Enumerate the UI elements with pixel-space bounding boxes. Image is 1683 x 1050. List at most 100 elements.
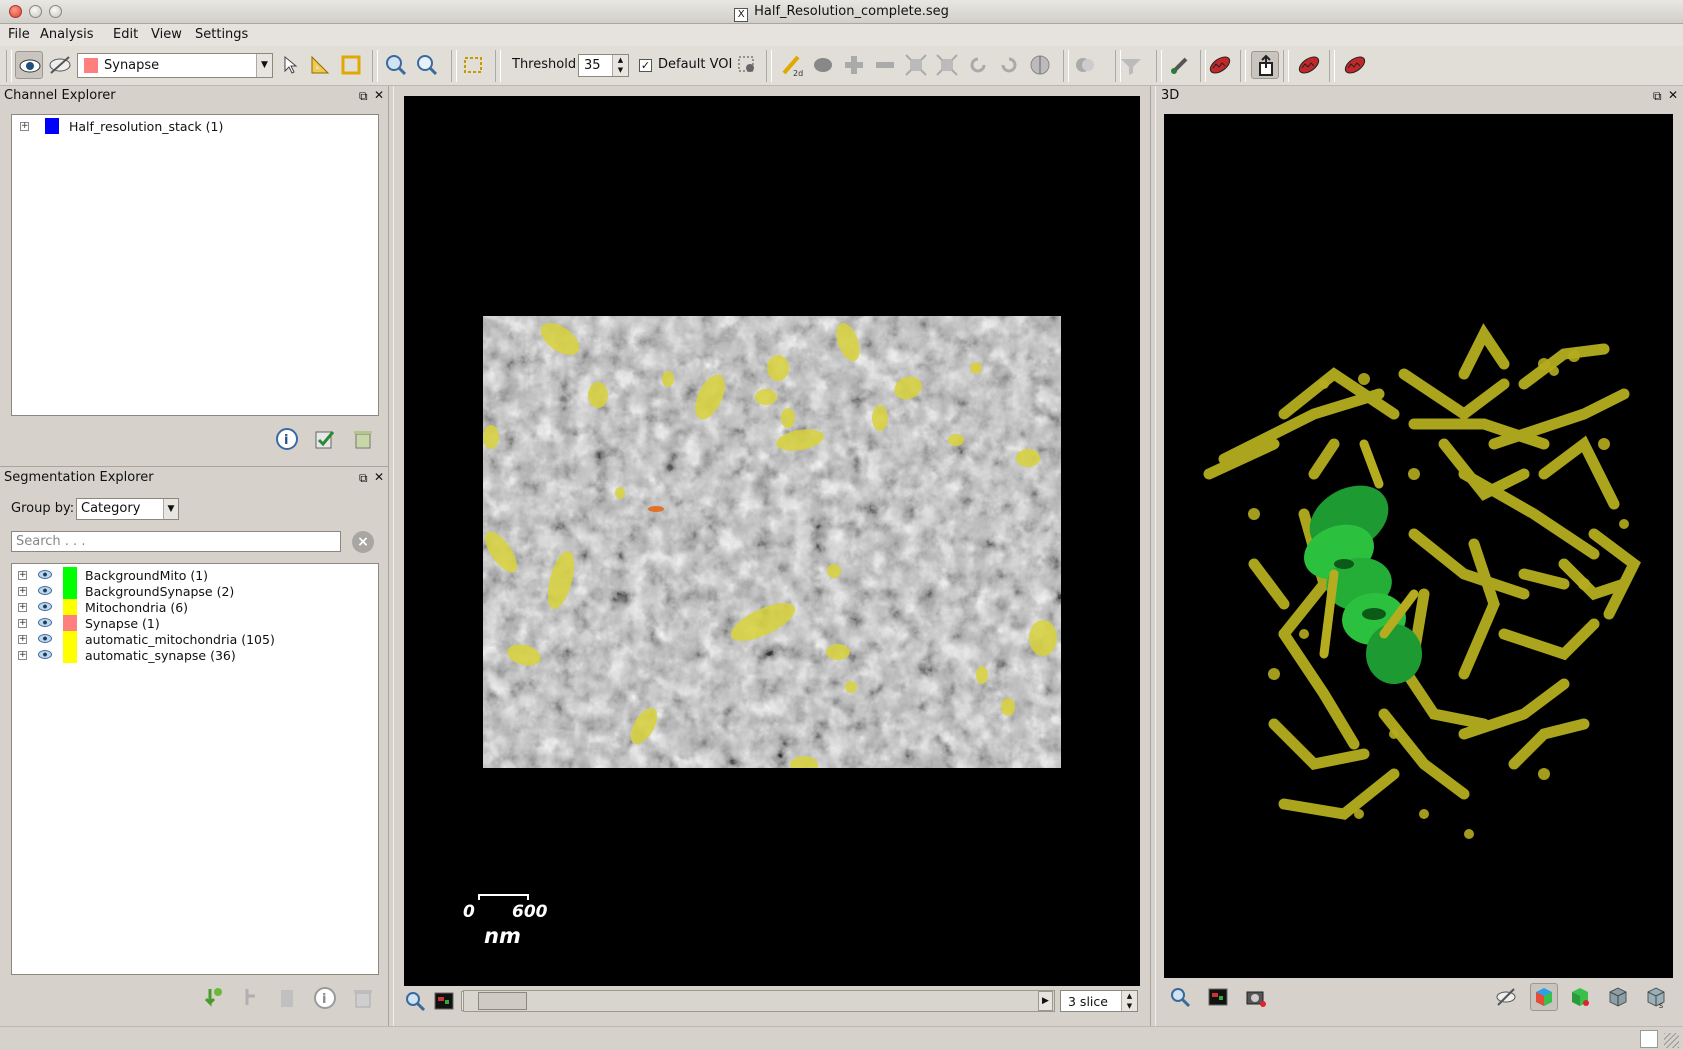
add-tag-icon [204,988,222,1007]
group-by-selector[interactable]: Category ▼ [76,498,179,520]
expand-icon[interactable]: + [18,619,27,628]
visibility-eye-icon[interactable] [38,586,52,595]
cell-analysis-button[interactable] [1341,51,1369,79]
segmentation-row[interactable]: + Synapse (1) [18,615,373,631]
float-dock-icon[interactable]: ⧉ [359,89,368,103]
toggle-channels-button[interactable] [46,51,74,79]
camera-icon [1246,991,1266,1007]
fill-holes-button[interactable] [1026,51,1054,79]
blob-icon [814,58,832,72]
delete-segmentation-button[interactable] [351,986,375,1010]
reset-view-button[interactable] [403,989,427,1013]
brush-tool-button[interactable] [1166,51,1194,79]
snapshot-button[interactable] [432,989,456,1013]
close-dock-icon[interactable]: ✕ [374,88,384,102]
reset-3d-view-button[interactable] [1168,985,1192,1009]
channel-info-button[interactable]: i [275,427,299,451]
segmentation-row[interactable]: + BackgroundMito (1) [18,567,373,583]
bounding-box-tool-button[interactable] [337,51,365,79]
segmentation-label: automatic_synapse (36) [85,648,236,663]
channel-delete-button[interactable] [351,427,375,451]
subtract-segmentation-button[interactable] [871,51,899,79]
segmentation-row[interactable]: + Mitochondria (6) [18,599,373,615]
3d-snapshot-button[interactable] [1206,985,1230,1009]
visibility-eye-icon[interactable] [38,618,52,627]
open-button[interactable] [964,51,992,79]
3d-record-button[interactable] [1244,985,1268,1009]
segmentation-row[interactable]: + automatic_synapse (36) [18,647,373,663]
splitter[interactable] [1150,86,1156,1026]
menu-settings[interactable]: Settings [195,27,248,42]
add-to-segmentation-button[interactable] [200,986,224,1010]
roi-selection-button[interactable] [459,51,487,79]
ruler-tool-button[interactable] [306,51,334,79]
voi-settings-button[interactable] [733,51,761,79]
threshold-spinbox[interactable]: 35 ▲ ▼ [578,54,629,77]
segmentation-tree[interactable]: + BackgroundMito (1) + BackgroundSynapse… [11,563,379,975]
toolbar-separator [451,50,457,82]
clear-search-icon[interactable]: × [352,531,374,553]
channel-tree[interactable]: + Half_resolution_stack (1) [11,114,379,416]
filter-button[interactable] [1117,51,1145,79]
merge-icon [1076,58,1094,72]
fill-tool-button[interactable] [809,51,837,79]
scroll-right-icon[interactable]: ▶ [1038,991,1053,1011]
visibility-eye-icon[interactable] [38,650,52,659]
expand-icon[interactable]: + [18,603,27,612]
split-icon [245,989,255,1005]
menu-file[interactable]: File [8,27,30,42]
channel-color-swatch [45,118,59,134]
mito-analysis-button[interactable] [1295,51,1323,79]
synapse-analysis-button[interactable] [1206,51,1234,79]
visibility-eye-icon[interactable] [38,570,52,579]
splitter[interactable] [388,86,394,1026]
slice-scrollbar[interactable] [463,990,1055,1012]
float-dock-icon[interactable]: ⧉ [1653,89,1662,103]
expand-icon[interactable]: + [20,122,29,131]
pointer-tool-button[interactable] [276,51,304,79]
visibility-eye-icon[interactable] [38,602,52,611]
resize-grip-icon[interactable] [1664,1033,1679,1048]
menu-view[interactable]: View [151,27,182,42]
segmentation-row[interactable]: + BackgroundSynapse (2) [18,583,373,599]
close-button[interactable] [995,51,1023,79]
3d-smoothed-mesh-button[interactable]: s [1644,985,1668,1010]
slice-spinbox[interactable]: 3 slice ▲ ▼ [1060,990,1138,1012]
segmentation-info-button[interactable]: i [313,986,337,1010]
3d-volume-button[interactable] [1568,985,1592,1009]
zoom-in-button[interactable] [382,51,410,79]
expand-icon[interactable]: + [18,651,27,660]
dilate-button[interactable] [902,51,930,79]
segmentation-row[interactable]: + automatic_mitochondria (105) [18,631,373,647]
add-segmentation-button[interactable] [840,51,868,79]
expand-icon[interactable]: + [18,587,27,596]
3d-orthogonal-planes-button[interactable] [1530,983,1558,1011]
manual-edit-button[interactable]: 2d [778,51,806,79]
category-color-swatch [84,58,98,73]
float-dock-icon[interactable]: ⧉ [359,471,368,485]
menu-analysis[interactable]: Analysis [40,27,94,42]
visibility-eye-icon[interactable] [38,634,52,643]
expand-icon[interactable]: + [18,571,27,580]
3d-visibility-button[interactable] [1494,985,1518,1009]
volume-view-3d[interactable] [1164,114,1673,978]
expand-icon[interactable]: + [18,635,27,644]
close-dock-icon[interactable]: ✕ [374,470,384,484]
menu-edit[interactable]: Edit [113,27,138,42]
category-selector[interactable]: Synapse ▼ [77,53,273,78]
scrollbar-handle[interactable] [478,992,527,1010]
svg-text:i: i [322,992,326,1007]
erode-button[interactable] [933,51,961,79]
channel-row[interactable]: + Half_resolution_stack (1) [20,118,360,134]
channel-edit-button[interactable] [313,427,337,451]
zoom-reset-button[interactable] [413,51,441,79]
show-segmentations-button[interactable] [15,51,43,79]
properties-segmentation-button[interactable] [275,986,299,1010]
3d-mesh-button[interactable] [1606,985,1630,1009]
segmentation-search-input[interactable]: Search . . . [11,531,341,552]
default-voi-checkbox[interactable]: ✓ [639,59,652,72]
close-dock-icon[interactable]: ✕ [1668,88,1678,102]
merge-button[interactable] [1071,51,1099,79]
split-segmentation-button[interactable] [237,986,261,1010]
export-button[interactable] [1251,51,1279,79]
